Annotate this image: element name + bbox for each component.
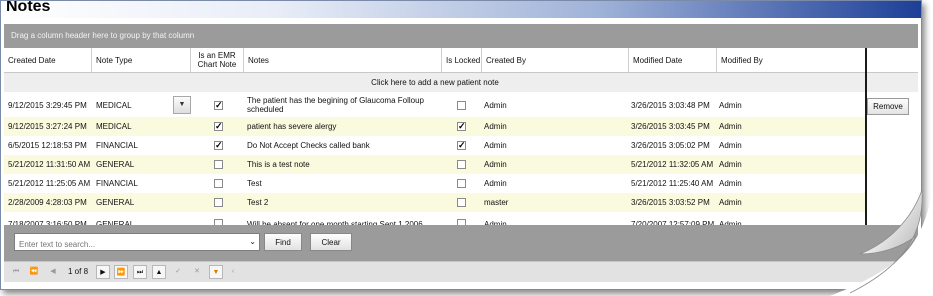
table-row[interactable]: 9/12/2015 3:27:24 PM MEDICAL ✓ patient h… (4, 117, 866, 136)
cell-modified-date: 5/21/2012 11:32:05 AM (631, 160, 714, 169)
emr-checkbox[interactable]: ✓ (214, 122, 223, 131)
cell-created-by: Admin (484, 122, 507, 131)
cell-modified-by: Admin (719, 122, 742, 131)
page-curl-decoration (830, 188, 933, 296)
emr-checkbox[interactable] (214, 198, 223, 207)
locked-checkbox[interactable] (457, 198, 466, 207)
cell-created-by: master (484, 198, 509, 207)
cell-created-date: 6/5/2015 12:18:53 PM (8, 141, 87, 150)
add-new-note-row[interactable]: Click here to add a new patient note (4, 73, 918, 92)
table-row[interactable]: 5/21/2012 11:25:05 AM FINANCIAL Test Adm… (4, 174, 866, 193)
search-input[interactable] (15, 236, 243, 253)
cancel-icon[interactable]: ✕ (190, 265, 204, 279)
cell-created-date: 7/18/2007 3:16:50 PM (8, 219, 87, 226)
chevron-down-icon[interactable]: ⌄ (249, 237, 256, 246)
next-page-icon[interactable]: ▶ (96, 265, 110, 279)
cell-note-type: GENERAL (96, 219, 135, 226)
cell-modified-date: 3/26/2015 3:03:52 PM (631, 198, 710, 207)
locked-checkbox[interactable] (457, 101, 466, 110)
notes-grid-body: 9/12/2015 3:29:45 PM MEDICAL ▼ ✓ The pat… (4, 93, 918, 225)
emr-checkbox[interactable] (214, 179, 223, 188)
cell-modified-date: 5/21/2012 11:25:40 AM (631, 179, 714, 188)
cell-modified-by: Admin (719, 100, 742, 110)
cell-notes: The patient has the begining of Glaucoma… (247, 96, 425, 114)
cell-created-date: 5/21/2012 11:25:05 AM (8, 179, 91, 188)
cell-modified-date: 3/26/2015 3:03:48 PM (631, 100, 710, 110)
cell-modified-date: 3/26/2015 3:03:45 PM (631, 122, 710, 131)
cell-created-date: 9/12/2015 3:29:45 PM (8, 100, 87, 110)
cell-note-type: GENERAL (96, 198, 135, 207)
cell-note-type: FINANCIAL (96, 179, 138, 188)
cell-modified-date: 7/20/2007 12:57:09 PM (631, 219, 715, 226)
group-by-panel[interactable]: Drag a column header here to group by th… (4, 24, 918, 48)
cell-created-by: Admin (484, 160, 507, 169)
table-row[interactable]: 2/28/2009 4:28:03 PM GENERAL Test 2 mast… (4, 193, 866, 212)
table-row[interactable]: 6/5/2015 12:18:53 PM FINANCIAL ✓ Do Not … (4, 136, 866, 155)
clear-button[interactable]: Clear (310, 233, 352, 251)
column-header-created-date[interactable]: Created Date (4, 48, 92, 72)
emr-checkbox[interactable] (214, 160, 223, 169)
search-box[interactable]: ⌄ (14, 233, 260, 253)
table-row[interactable]: 9/12/2015 3:29:45 PM MEDICAL ▼ ✓ The pat… (4, 93, 866, 117)
locked-checkbox[interactable] (457, 160, 466, 169)
cell-modified-by: Admin (719, 160, 742, 169)
cell-created-by: Admin (484, 179, 507, 188)
cell-created-date: 2/28/2009 4:28:03 PM (8, 198, 87, 207)
accept-icon[interactable]: ✓ (171, 265, 185, 279)
column-header-modified-date[interactable]: Modified Date (629, 48, 717, 72)
cell-note-type: MEDICAL (96, 122, 132, 131)
locked-checkbox[interactable] (457, 179, 466, 188)
column-header-is-locked[interactable]: Is Locked (442, 48, 482, 72)
emr-checkbox[interactable]: ✓ (214, 101, 223, 110)
last-page-icon[interactable]: ⏭ (133, 265, 147, 279)
cell-created-by: Admin (484, 100, 507, 110)
emr-checkbox[interactable]: ✓ (214, 141, 223, 150)
cell-notes: Will be absent for one month starting Se… (247, 219, 423, 226)
cell-notes: Test (247, 179, 262, 188)
note-type-dropdown-button[interactable]: ▼ (173, 96, 191, 114)
cell-notes: Test 2 (247, 198, 269, 207)
title-bar: Notes (1, 1, 921, 18)
grid-header: Created Date Note Type Is an EMR Chart N… (4, 48, 918, 73)
window-title: Notes (6, 0, 51, 15)
cell-note-type: GENERAL (96, 160, 135, 169)
cell-created-by: Admin (484, 141, 507, 150)
cell-notes: Do Not Accept Checks called bank (247, 141, 370, 150)
column-header-modified-by[interactable]: Modified By (717, 48, 866, 72)
add-new-note-label: Click here to add a new patient note (371, 78, 499, 87)
find-button[interactable]: Find (264, 233, 302, 251)
page-indicator: 1 of 8 (68, 267, 89, 276)
column-header-notes[interactable]: Notes (244, 48, 442, 72)
remove-button[interactable]: Remove (867, 98, 909, 115)
locked-checkbox[interactable]: ✓ (457, 122, 466, 131)
previous-page-icon[interactable]: ◀ (46, 265, 60, 279)
notes-window: Notes Drag a column header here to group… (0, 0, 922, 290)
locked-checkbox[interactable]: ✓ (457, 141, 466, 150)
pager: ⏮ ⏪ ◀ 1 of 8 ▶ ⏩ ⏭ ▲ ✓ ✕ ▼ ‹ (4, 261, 918, 282)
column-header-created-by[interactable]: Created By (482, 48, 629, 72)
first-page-icon[interactable]: ⏮ (9, 265, 23, 279)
cell-modified-date: 3/26/2015 3:05:02 PM (631, 141, 710, 150)
table-row[interactable]: 5/21/2012 11:31:50 AM GENERAL This is a … (4, 155, 866, 174)
previous-pages-icon[interactable]: ⏪ (27, 265, 41, 279)
search-bar: ⌄ Find Clear (4, 225, 918, 261)
filter-icon[interactable]: ▼ (209, 265, 223, 279)
cell-notes: patient has severe alergy (247, 122, 337, 131)
cell-note-type: FINANCIAL (96, 141, 138, 150)
move-up-icon[interactable]: ▲ (152, 265, 166, 279)
column-header-note-type[interactable]: Note Type (92, 48, 191, 72)
cell-created-date: 5/21/2012 11:31:50 AM (8, 160, 91, 169)
column-header-emr-chart-note[interactable]: Is an EMR Chart Note (191, 48, 244, 72)
group-by-hint: Drag a column header here to group by th… (11, 31, 195, 40)
cell-created-date: 9/12/2015 3:27:24 PM (8, 122, 87, 131)
cell-notes: This is a test note (247, 160, 310, 169)
cell-note-type[interactable]: MEDICAL (96, 93, 171, 117)
next-pages-icon[interactable]: ⏩ (114, 265, 128, 279)
collapse-icon[interactable]: ‹ (226, 265, 240, 279)
cell-created-by: Admin (484, 219, 507, 226)
cell-modified-by: Admin (719, 141, 742, 150)
table-row[interactable]: 7/18/2007 3:16:50 PM GENERAL Will be abs… (4, 212, 866, 225)
